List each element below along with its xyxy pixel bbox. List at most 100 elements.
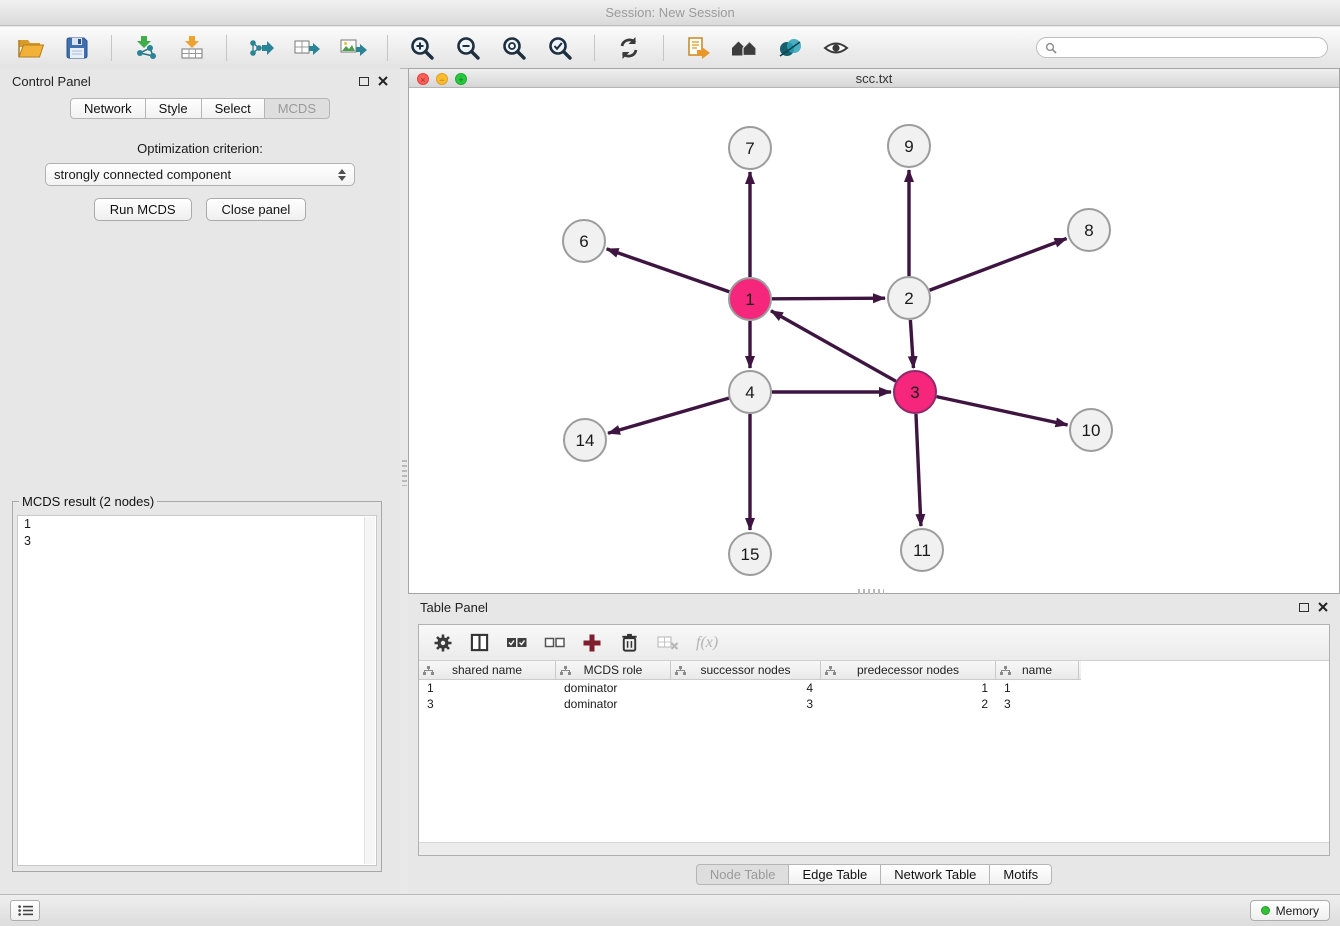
share-document-button[interactable]: [679, 32, 717, 64]
column-attribute-icon: [423, 666, 434, 675]
network-window-titlebar[interactable]: scc.txt: [409, 69, 1339, 88]
delete-column-button[interactable]: [619, 632, 640, 653]
plus-icon: [582, 633, 602, 653]
import-network-button[interactable]: [127, 32, 165, 64]
close-panel-button[interactable]: Close panel: [206, 198, 307, 221]
graph-node-label: 3: [910, 383, 919, 402]
select-all-icon: [506, 634, 527, 651]
zoom-in-button[interactable]: [403, 32, 441, 64]
zoom-selected-button[interactable]: [541, 32, 579, 64]
graph-edge-3-1[interactable]: [771, 311, 896, 381]
save-session-button[interactable]: [58, 32, 96, 64]
memory-button[interactable]: Memory: [1250, 900, 1330, 921]
columns-icon: [470, 633, 489, 652]
add-column-button[interactable]: [582, 633, 602, 653]
table-horizontal-scrollbar[interactable]: [419, 842, 1329, 855]
run-mcds-button[interactable]: Run MCDS: [94, 198, 192, 221]
table-panel-header: Table Panel: [408, 594, 1340, 620]
export-table-button[interactable]: [288, 32, 326, 64]
toolbar-search[interactable]: [1036, 37, 1328, 58]
tab-node-table[interactable]: Node Table: [696, 864, 790, 885]
function-builder-button[interactable]: f(x): [696, 634, 718, 652]
graph-edge-1-2[interactable]: [772, 298, 885, 299]
control-panel-header: Control Panel: [0, 68, 400, 94]
result-item: 3: [18, 533, 376, 550]
tab-network[interactable]: Network: [70, 98, 146, 119]
graph-edge-3-11[interactable]: [916, 414, 921, 526]
apply-style-button[interactable]: [771, 32, 809, 64]
select-all-button[interactable]: [506, 634, 527, 651]
export-table-icon: [294, 36, 321, 60]
memory-label: Memory: [1276, 904, 1319, 918]
refresh-layout-icon: [616, 35, 642, 61]
delete-table-button[interactable]: [657, 634, 679, 651]
import-table-icon: [179, 35, 205, 60]
graph-edge-2-8[interactable]: [930, 238, 1067, 290]
float-panel-icon[interactable]: [359, 77, 369, 86]
zoom-out-button[interactable]: [449, 32, 487, 64]
show-columns-button[interactable]: [470, 633, 489, 652]
graph-edge-3-10[interactable]: [937, 397, 1068, 425]
column-header-successor-nodes[interactable]: successor nodes: [671, 661, 821, 679]
graph-node-label: 9: [904, 137, 913, 156]
graph-edge-1-6[interactable]: [607, 249, 730, 292]
open-session-button[interactable]: [12, 32, 50, 64]
vertical-splitter-handle[interactable]: [402, 460, 407, 486]
show-panels-button[interactable]: [10, 900, 40, 921]
import-table-button[interactable]: [173, 32, 211, 64]
home-views-button[interactable]: [725, 32, 763, 64]
table-cell: 3: [419, 696, 556, 712]
table-settings-button[interactable]: [433, 633, 453, 653]
close-table-panel-icon[interactable]: [1318, 602, 1328, 612]
column-attribute-icon: [675, 666, 686, 675]
export-image-button[interactable]: [334, 32, 372, 64]
zoom-in-icon: [409, 35, 435, 61]
graphics-detail-eye-icon: [823, 36, 849, 60]
deselect-all-button[interactable]: [544, 634, 565, 651]
deselect-all-icon: [544, 634, 565, 651]
column-header-MCDS-role[interactable]: MCDS role: [556, 661, 671, 679]
column-header-predecessor-nodes[interactable]: predecessor nodes: [821, 661, 996, 679]
optimization-label: Optimization criterion:: [0, 141, 400, 156]
graph-node-label: 15: [741, 545, 760, 564]
graph-edge-2-3[interactable]: [910, 320, 913, 368]
tab-mcds[interactable]: MCDS: [264, 98, 330, 119]
graphics-detail-button[interactable]: [817, 32, 855, 64]
graph-edge-4-14[interactable]: [608, 398, 729, 433]
zoom-fit-icon: [501, 35, 527, 61]
float-table-panel-icon[interactable]: [1299, 603, 1309, 612]
tab-edge-table[interactable]: Edge Table: [788, 864, 881, 885]
dropdown-value: strongly connected component: [54, 167, 231, 182]
table-row[interactable]: 1dominator411: [419, 680, 1329, 696]
tab-select[interactable]: Select: [201, 98, 265, 119]
gear-icon: [433, 633, 453, 653]
column-attribute-icon: [1000, 666, 1011, 675]
graph-node-label: 7: [745, 139, 754, 158]
optimization-dropdown[interactable]: strongly connected component: [45, 163, 355, 186]
table-toolbar: f(x): [419, 625, 1329, 661]
table-rows: 1dominator4113dominator323: [419, 680, 1329, 842]
table-cell: 1: [996, 680, 1079, 696]
result-scrollbar[interactable]: [364, 517, 375, 864]
table-header-row: shared nameMCDS rolesuccessor nodesprede…: [419, 661, 1081, 680]
tab-motifs[interactable]: Motifs: [989, 864, 1052, 885]
table-cell: 2: [821, 696, 996, 712]
column-attribute-icon: [560, 666, 571, 675]
export-network-button[interactable]: [242, 32, 280, 64]
mcds-result-list[interactable]: 13: [17, 515, 377, 866]
table-row[interactable]: 3dominator323: [419, 696, 1329, 712]
refresh-layout-button[interactable]: [610, 32, 648, 64]
column-header-shared-name[interactable]: shared name: [419, 661, 556, 679]
network-graph[interactable]: 7968124314101511: [409, 88, 1339, 594]
table-cell: dominator: [556, 680, 671, 696]
table-panel: Table Panel: [408, 594, 1340, 894]
graph-node-label: 4: [745, 383, 754, 402]
tab-network-table[interactable]: Network Table: [880, 864, 990, 885]
search-input[interactable]: [1062, 41, 1319, 55]
column-header-name[interactable]: name: [996, 661, 1079, 679]
close-panel-icon[interactable]: [378, 76, 388, 86]
zoom-fit-button[interactable]: [495, 32, 533, 64]
network-window: scc.txt 7968124314101511: [408, 68, 1340, 594]
dropdown-stepper-icon: [332, 169, 346, 181]
tab-style[interactable]: Style: [145, 98, 202, 119]
